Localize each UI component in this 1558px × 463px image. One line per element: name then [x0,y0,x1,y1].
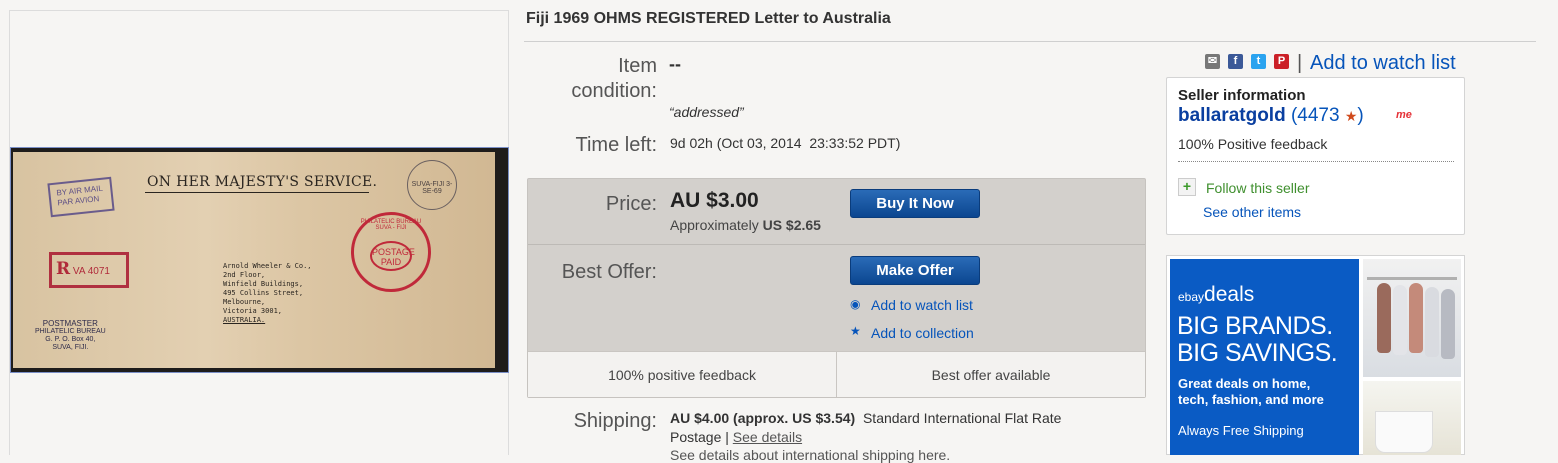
shipping-note[interactable]: See details about international shipping… [670,447,950,463]
envelope-image: BY AIR MAIL PAR AVION ON HER MAJESTY'S S… [13,152,495,368]
postage-paid-inner: POSTAGE PAID [370,241,415,271]
ad-headline-2: BIG SAVINGS. [1177,339,1338,367]
feature-best-offer: Best offer available [931,367,1051,383]
address-line: Melbourne, [223,298,266,306]
approx-value: US $2.65 [762,217,821,233]
condition-value: -- [669,54,681,74]
time-left-value: 9d 02h (Oct 03, 2014 23:33:52 PDT) [670,135,901,151]
buy-it-now-button[interactable]: Buy It Now [850,189,980,218]
ad-headline-1: BIG BRANDS. [1177,312,1333,340]
address-line: Winfield Buildings, [223,280,304,288]
price-label: Price: [605,193,657,215]
ad-shirts-image [1363,259,1461,377]
ad-headline: BIG BRANDS. BIG SAVINGS. [1177,312,1338,367]
sender-address: POSTMASTER PHILATELIC BUREAU G. P. O. Bo… [35,320,106,352]
shirt-shape [1393,285,1407,355]
condition-note: “addressed” [669,104,744,120]
shipping-service-line: Postage | See details [670,429,802,445]
sender-line: PHILATELIC BUREAU [35,328,106,335]
feedback-score-link[interactable]: 4473 [1297,105,1339,126]
registered-mark: R VA 4071 [49,252,129,288]
see-other-items-link[interactable]: See other items [1203,204,1301,220]
address-line: Victoria 3001, [223,307,283,315]
item-photo[interactable]: BY AIR MAIL PAR AVION ON HER MAJESTY'S S… [10,147,509,373]
share-separator: | [1297,52,1303,74]
shipping-separator: | [725,429,729,445]
shirt-shape [1409,283,1423,353]
seller-divider [1178,161,1454,162]
approx-prefix: Approximately [670,217,759,233]
shipping-cost-line: AU $4.00 (approx. US $3.54) Standard Int… [670,410,1061,426]
feature-positive-feedback: 100% positive feedback [608,367,756,383]
ad-brand-word: deals [1204,283,1255,306]
shirt-shape [1441,289,1455,359]
ad-brand-prefix: ebay [1178,290,1205,304]
pinterest-icon[interactable]: P [1274,54,1289,69]
clothes-rail [1367,277,1457,280]
listing-title: Fiji 1969 OHMS REGISTERED Letter to Aust… [526,10,891,27]
star-icon: ★ [850,324,861,338]
price-value: AU $3.00 [670,189,759,212]
envelope-header-underline [145,192,369,193]
best-offer-label: Best Offer: [561,261,657,283]
ad-subtext: Great deals on home, tech, fashion, and m… [1178,376,1324,408]
seller-name-link[interactable]: ballaratgold [1178,105,1286,126]
add-to-watch-list-link[interactable]: Add to watch list [871,297,973,313]
score-close: ) [1357,105,1364,126]
postage-paid-outer: PHILATELIC BUREAU SUVA - FIJI [360,219,422,231]
condition-label: Item condition: [571,55,657,102]
shipping-cost: AU $4.00 (approx. US $3.54) [670,410,856,426]
ad-sub-2: tech, fashion, and more [1178,392,1324,407]
twitter-icon[interactable]: t [1251,54,1266,69]
mail-icon[interactable]: ✉ [1205,54,1220,69]
title-divider [524,41,1536,42]
airmail-stamp: BY AIR MAIL PAR AVION [47,176,115,218]
sender-line: SUVA, FIJI. [52,344,89,351]
buy-box-divider [528,244,1145,245]
ad-brand: ebaydeals [1178,283,1254,307]
facebook-icon[interactable]: f [1228,54,1243,69]
ad-mug-image [1363,381,1461,455]
follow-seller-link[interactable]: Follow this seller [1206,180,1309,196]
registered-number: 4071 [87,266,110,277]
postage-paid-stamp: POSTAGE PAID PHILATELIC BUREAU SUVA - FI… [351,212,431,292]
address-line: 495 Collins Street, [223,289,304,297]
mug-shape [1375,411,1433,453]
shipping-service: Standard International Flat Rate [862,410,1062,426]
see-details-link[interactable]: See details [733,429,802,445]
approx-price: Approximately US $2.65 [670,217,821,233]
ad-free-shipping: Always Free Shipping [1178,423,1304,438]
shipping-service-2: Postage [670,429,722,445]
envelope-header: ON HER MAJESTY'S SERVICE. [147,174,378,190]
seller-info-heading: Seller information [1178,87,1306,104]
address-line: AUSTRALIA. [223,316,266,324]
shipping-label: Shipping: [573,410,657,432]
ad-sub-1: Great deals on home, [1178,376,1311,391]
recipient-address: Arnold Wheeler & Co., 2nd Floor, Winfiel… [223,262,312,325]
sender-line: POSTMASTER [42,319,98,328]
me-badge-icon[interactable]: me [1396,109,1412,121]
registered-text: VA [72,266,85,277]
address-line: Arnold Wheeler & Co., [223,262,312,270]
address-line: 2nd Floor, [223,271,266,279]
sender-line: G. P. O. Box 40, [45,336,96,343]
plus-icon[interactable]: + [1178,178,1196,196]
add-to-collection-link[interactable]: Add to collection [871,325,974,341]
postmark: SUVA-FIJI 3-SE-69 [407,160,457,210]
registered-letter: R [56,259,71,279]
shirt-shape [1425,287,1439,357]
positive-feedback: 100% Positive feedback [1178,136,1328,152]
feedback-star-icon: ★ [1344,108,1358,124]
eye-icon: ◉ [850,297,861,311]
add-to-watch-list-top-link[interactable]: Add to watch list [1310,52,1456,75]
seller-name-line: ballaratgold (4473 ★) [1178,105,1364,127]
make-offer-button[interactable]: Make Offer [850,256,980,285]
shirt-shape [1377,283,1391,353]
time-left-label: Time left: [575,134,658,156]
